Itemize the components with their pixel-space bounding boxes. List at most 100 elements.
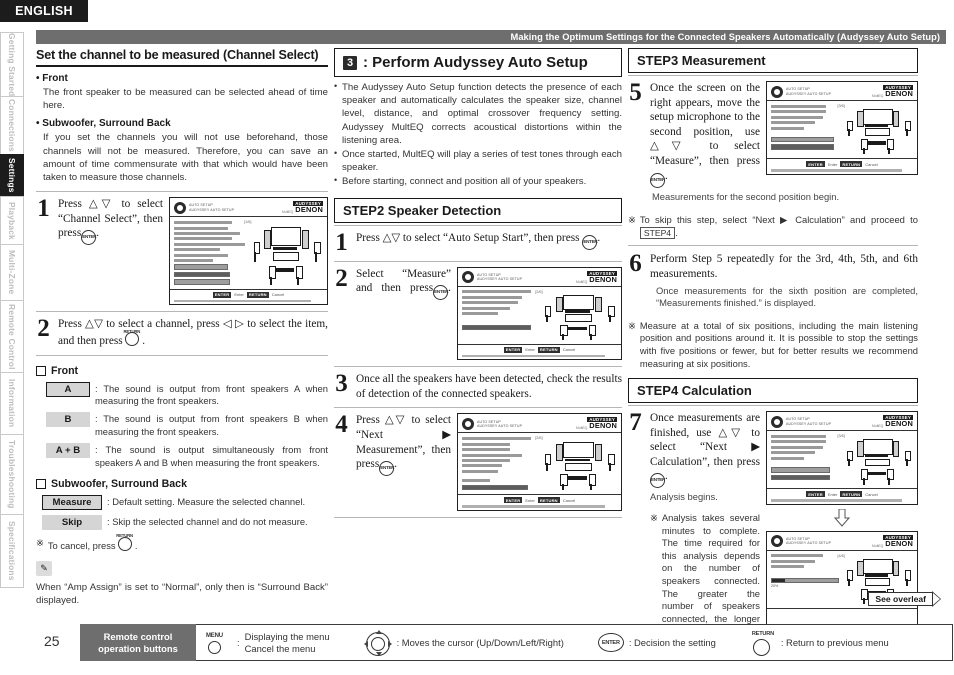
- step-text: Perform Step 5 repeatedly for the 3rd, 4…: [650, 253, 918, 280]
- sidebar-item-label: Getting Started: [7, 32, 17, 97]
- definition-text: : The sound is output simultaneously fro…: [95, 444, 328, 468]
- chip-measure[interactable]: Measure: [42, 495, 102, 511]
- front-label: • Front: [36, 73, 68, 84]
- sidebar-item-label: Multi-Zone: [7, 250, 17, 295]
- subwoofer-group-heading: Subwoofer, Surround Back: [36, 478, 328, 490]
- osd-title-2: AUDYSSEY AUTO SETUP: [786, 541, 832, 546]
- osd-title-2: AUDYSSEY AUTO SETUP: [477, 277, 523, 282]
- osd-enter-caption: Enter: [525, 497, 535, 503]
- osd-return-key: RETURN: [537, 346, 560, 353]
- see-overleaf-marker[interactable]: See overleaf: [868, 591, 941, 607]
- step-number: 4: [335, 411, 348, 439]
- step7-note: ※ Analysis takes several minutes to comp…: [650, 512, 760, 638]
- footer-title-line1: Remote control: [103, 630, 173, 642]
- col3-step-list: 5 Once the screen on the right appears, …: [628, 75, 918, 370]
- sidebar-item-multi-zone[interactable]: Multi-Zone: [0, 244, 24, 300]
- definition-text: : The sound is output from front speaker…: [95, 382, 328, 407]
- chip-front-b[interactable]: B: [46, 412, 90, 428]
- enter-icon: ENTER: [650, 172, 665, 188]
- step-item: 4 Press △▽ to select “Next ▶ Measurement…: [334, 408, 622, 518]
- chip-skip[interactable]: Skip: [42, 515, 102, 531]
- note-text: Analysis takes several minutes to comple…: [661, 512, 760, 636]
- step-item: 1 Press △▽ to select “Auto Setup Start”,…: [334, 224, 622, 262]
- sidebar-item-information[interactable]: Information: [0, 372, 24, 434]
- step-text: Once all the speakers have been detected…: [356, 373, 622, 400]
- return-icon: [116, 530, 133, 552]
- sidebar-item-label: Settings: [7, 158, 17, 193]
- running-head-filler: [36, 30, 440, 44]
- enter-icon: ENTER: [582, 234, 598, 250]
- footer-title: Remote control operation buttons: [80, 624, 196, 661]
- bullet-item: The Audyssey Auto Setup function detects…: [334, 80, 622, 147]
- step-item: 2 Select “Measure” and then pressENTER. …: [334, 262, 622, 368]
- cursor-desc: : Moves the cursor (Up/Down/Left/Right): [396, 637, 564, 648]
- definition-row: B : The sound is output from front speak…: [36, 412, 328, 438]
- definition-text: : Skip the selected channel and do not m…: [107, 516, 308, 528]
- step4-box-title: STEP4 Calculation: [628, 378, 918, 404]
- sidebar-item-label: Specifications: [7, 521, 17, 581]
- osd-enter-caption: Enter: [525, 347, 535, 353]
- column-right: STEP3 Measurement 5 Once the screen on t…: [628, 48, 918, 644]
- sidebar-item-label: Information: [7, 379, 17, 428]
- osd-return-caption: Cancel: [271, 292, 285, 298]
- sidebar-item-troubleshooting[interactable]: Troubleshooting: [0, 434, 24, 514]
- column-left: Set the channel to be measured (Channel …: [36, 48, 328, 607]
- speaker-layout-diagram: [845, 104, 913, 156]
- chip-front-a-b[interactable]: A + B: [46, 443, 90, 459]
- osd-title-2: AUDYSSEY AUTO SETUP: [786, 421, 832, 426]
- cancel-note: ※ To cancel, press .: [36, 530, 328, 553]
- footer-item-menu[interactable]: MENU : Displaying the menu Cancel the me…: [206, 631, 330, 654]
- section-number-badge: 3: [343, 55, 357, 70]
- sidebar-item-settings[interactable]: Settings: [0, 154, 24, 196]
- section-title: : Perform Audyssey Auto Setup: [363, 54, 588, 71]
- language-tab: ENGLISH: [0, 0, 88, 22]
- down-arrow-icon: [766, 508, 918, 527]
- page-number: 25: [44, 633, 60, 649]
- step-item: 6 Perform Step 5 repeatedly for the 3rd,…: [628, 251, 918, 315]
- footer-item-enter[interactable]: ENTER : Decision the setting: [597, 633, 716, 652]
- step-number: 2: [37, 315, 50, 343]
- audyssey-eye-icon: [462, 271, 474, 284]
- step-text: Press △▽ to select a channel, press ◁ ▷ …: [58, 318, 328, 348]
- audyssey-eye-icon: [174, 201, 186, 214]
- section-3-bullets: The Audyssey Auto Setup function detects…: [334, 80, 622, 189]
- multeq-label: MultEQ: [575, 426, 588, 431]
- footer-item-return[interactable]: RETURN : Return to previous menu: [750, 631, 889, 656]
- note-mark-icon: ※: [36, 537, 44, 549]
- calculation-progress-bar: [771, 577, 839, 584]
- definition-text: : The sound is output from front speaker…: [95, 413, 328, 437]
- step-text: Once the screen on the right appears, mo…: [650, 82, 760, 167]
- denon-logo: DENON: [885, 89, 913, 98]
- step-item: 3 Once all the speakers have been detect…: [334, 367, 622, 409]
- enter-icon: ENTER: [433, 285, 449, 301]
- multeq-label: MultEQ: [871, 543, 884, 548]
- step4-reference-box[interactable]: STEP4: [639, 226, 676, 239]
- osd-enter-caption: Enter: [827, 161, 838, 167]
- sidebar-item-connections[interactable]: Connections: [0, 96, 24, 154]
- sidebar-item-remote-control[interactable]: Remote Control: [0, 300, 24, 372]
- square-bullet-icon: [36, 365, 46, 376]
- note-text: To skip this step, select “Next ▶ Calcul…: [639, 214, 918, 226]
- osd-page-indicator: [3/6]: [837, 104, 845, 108]
- chip-front-a[interactable]: A: [46, 381, 90, 397]
- bullet-item: Once started, MultEQ will play a series …: [334, 147, 622, 174]
- osd-screen-step2-speaker-detection: AUTO SETUP AUDYSSEY AUTO SETUP AUDYSSEY …: [457, 266, 622, 361]
- osd-return-key: RETURN: [840, 491, 863, 498]
- multeq-label: MultEQ: [871, 94, 884, 98]
- definition-row: Skip : Skip the selected channel and do …: [36, 515, 328, 531]
- sidebar-item-getting-started[interactable]: Getting Started: [0, 32, 24, 96]
- sidebar-item-specifications[interactable]: Specifications: [0, 514, 24, 588]
- tip-text: When “Amp Assign” is set to “Normal”, on…: [36, 581, 328, 606]
- audyssey-eye-icon: [771, 415, 783, 428]
- step2-box-title: STEP2 Speaker Detection: [334, 197, 622, 223]
- footer-item-cursor[interactable]: : Moves the cursor (Up/Down/Left/Right): [363, 629, 564, 656]
- sidebar-item-playback[interactable]: Playback: [0, 196, 24, 244]
- osd-enter-caption: Enter: [827, 491, 838, 497]
- definition-row: Measure : Default setting. Measure the s…: [36, 495, 328, 511]
- step6-note: ※ Measure at a total of six positions, i…: [628, 320, 918, 370]
- osd-enter-key: ENTER: [806, 161, 825, 167]
- osd-return-caption: Cancel: [865, 161, 878, 167]
- enter-button-icon: ENTER: [597, 633, 624, 652]
- front-group-heading: Front: [36, 365, 328, 377]
- speaker-layout-diagram: [845, 434, 913, 486]
